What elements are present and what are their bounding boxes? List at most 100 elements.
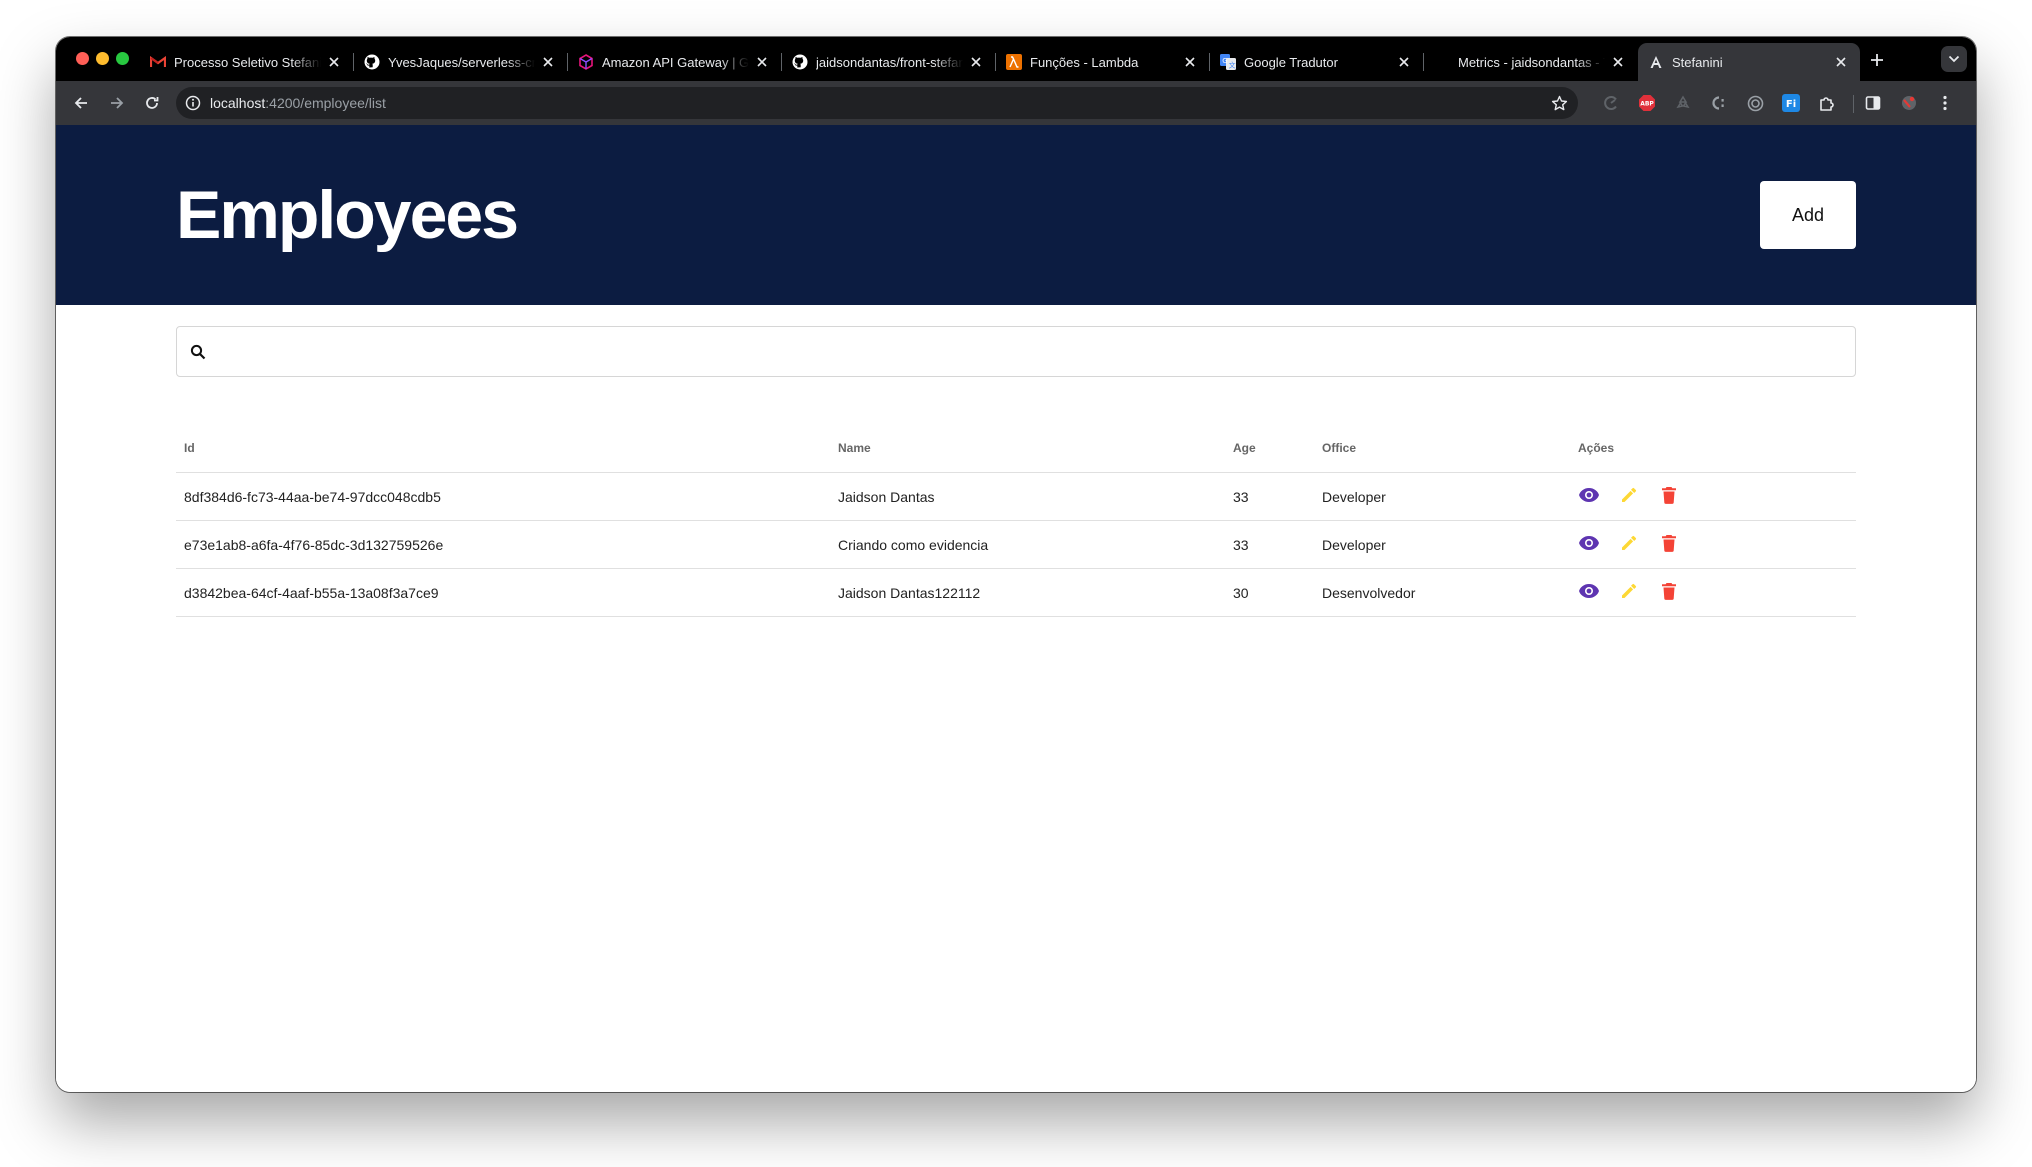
employees-table: Id Name Age Office Ações 8df384d6-fc73-4… xyxy=(176,423,1856,617)
row-actions xyxy=(1578,521,1680,568)
column-header-actions: Ações xyxy=(1578,440,1615,455)
tab-title: YvesJaques/serverless-crud xyxy=(388,54,535,70)
side-panel-icon[interactable] xyxy=(1864,94,1882,112)
browser-toolbar: localhost:4200/employee/list ABP Fi xyxy=(56,81,1976,125)
chrome-extension-icon[interactable] xyxy=(1602,94,1620,112)
url-path: :4200/employee/list xyxy=(265,95,386,111)
column-header-age: Age xyxy=(1233,440,1256,455)
tab-title: Google Tradutor xyxy=(1244,54,1338,70)
cell-id: 8df384d6-fc73-44aa-be74-97dcc048cdb5 xyxy=(184,488,441,505)
delete-icon[interactable] xyxy=(1658,580,1680,602)
column-header-office: Office xyxy=(1322,440,1357,455)
reload-icon xyxy=(146,97,159,109)
close-icon[interactable] xyxy=(1832,53,1850,71)
cell-id: e73e1ab8-a6fa-4f76-85dc-3d132759526e xyxy=(184,536,444,553)
url-host: localhost xyxy=(210,95,266,111)
adblock-plus-icon[interactable]: ABP xyxy=(1638,94,1656,112)
table-row: d3842bea-64cf-4aaf-b55a-13a08f3a7ce9 Jai… xyxy=(176,569,1856,617)
site-info-icon[interactable] xyxy=(185,95,201,111)
tab-title: Amazon API Gateway | Gerenciamento xyxy=(602,54,749,70)
search-input[interactable] xyxy=(217,328,1837,375)
close-icon[interactable] xyxy=(1181,53,1199,71)
cell-office: Desenvolvedor xyxy=(1322,584,1416,601)
tab-title: Processo Seletivo Stefanini xyxy=(174,54,321,70)
css-extension-icon[interactable] xyxy=(1710,94,1728,112)
close-icon[interactable] xyxy=(967,53,985,71)
view-icon[interactable] xyxy=(1578,580,1600,602)
search-box[interactable] xyxy=(176,326,1856,377)
address-bar[interactable]: localhost:4200/employee/list xyxy=(176,87,1578,119)
page-title: Employees xyxy=(176,177,519,253)
close-icon[interactable] xyxy=(1395,53,1413,71)
table-row: e73e1ab8-a6fa-4f76-85dc-3d132759526e Cri… xyxy=(176,521,1856,569)
cell-name: Jaidson Dantas xyxy=(838,488,935,505)
tab-serverless-crud[interactable]: YvesJaques/serverless-crud xyxy=(354,43,568,81)
close-icon[interactable] xyxy=(539,53,557,71)
close-icon[interactable] xyxy=(753,53,771,71)
close-icon[interactable] xyxy=(325,53,343,71)
tab-processo-seletivo[interactable]: Processo Seletivo Stefanini xyxy=(140,43,354,81)
tab-stefanini[interactable]: Stefanini xyxy=(1638,43,1860,81)
column-header-id: Id xyxy=(184,440,195,455)
api-gateway-icon xyxy=(578,54,594,70)
cell-office: Developer xyxy=(1322,536,1386,553)
svg-text:ABP: ABP xyxy=(1640,101,1654,108)
column-header-name: Name xyxy=(838,440,871,455)
svg-text:文: 文 xyxy=(1229,61,1236,70)
view-icon[interactable] xyxy=(1578,484,1600,506)
svg-text:Fi: Fi xyxy=(1786,99,1796,110)
cell-name: Jaidson Dantas122112 xyxy=(838,584,981,601)
github-icon xyxy=(364,54,380,70)
target-extension-icon[interactable] xyxy=(1746,94,1764,112)
table-row: 8df384d6-fc73-44aa-be74-97dcc048cdb5 Jai… xyxy=(176,473,1856,521)
page-header: Employees Add xyxy=(56,125,1976,305)
google-translate-icon: G文 xyxy=(1220,54,1236,70)
bookmark-star-icon[interactable] xyxy=(1550,94,1568,112)
lambda-icon xyxy=(1006,54,1022,70)
tab-search-button[interactable] xyxy=(1941,46,1967,72)
edit-icon[interactable] xyxy=(1618,484,1640,506)
tab-api-gateway[interactable]: Amazon API Gateway | Gerenciamento xyxy=(568,43,782,81)
add-employee-button[interactable]: Add xyxy=(1760,181,1856,249)
puzzle-icon[interactable] xyxy=(1818,94,1836,112)
arrow-back-icon xyxy=(74,97,87,109)
recycle-extension-icon[interactable] xyxy=(1674,94,1692,112)
tab-title: Metrics - jaidsondantas - Thunder xyxy=(1458,54,1605,70)
tab-google-tradutor[interactable]: G文 Google Tradutor xyxy=(1210,43,1424,81)
svg-text:G: G xyxy=(1222,57,1227,65)
minimize-window-button[interactable] xyxy=(96,52,109,65)
github-icon xyxy=(792,54,808,70)
angular-icon xyxy=(1648,54,1664,70)
reload-button[interactable] xyxy=(141,92,163,114)
back-button[interactable] xyxy=(70,92,92,114)
delete-icon[interactable] xyxy=(1658,532,1680,554)
arrow-forward-icon xyxy=(111,97,124,109)
close-icon[interactable] xyxy=(1609,53,1627,71)
cell-age: 33 xyxy=(1233,488,1249,505)
profile-extension-icon[interactable] xyxy=(1900,94,1918,112)
view-icon[interactable] xyxy=(1578,532,1600,554)
cell-id: d3842bea-64cf-4aaf-b55a-13a08f3a7ce9 xyxy=(184,584,439,601)
cell-age: 30 xyxy=(1233,584,1249,601)
edit-icon[interactable] xyxy=(1618,532,1640,554)
more-vert-icon[interactable] xyxy=(1936,94,1954,112)
blank-favicon-icon xyxy=(1446,54,1452,70)
gmail-icon xyxy=(150,54,166,70)
forward-button[interactable] xyxy=(106,92,128,114)
new-tab-button[interactable] xyxy=(1868,51,1886,69)
delete-icon[interactable] xyxy=(1658,484,1680,506)
row-actions xyxy=(1578,569,1680,616)
tab-title: jaidsondantas/front-stefanini xyxy=(816,54,963,70)
edit-icon[interactable] xyxy=(1618,580,1640,602)
tab-title: Funções - Lambda xyxy=(1030,54,1139,70)
fi-extension-icon[interactable]: Fi xyxy=(1782,94,1800,112)
cell-name: Criando como evidencia xyxy=(838,536,989,553)
tab-lambda[interactable]: Funções - Lambda xyxy=(996,43,1210,81)
close-window-button[interactable] xyxy=(76,52,89,65)
toolbar-divider xyxy=(1853,95,1854,113)
url-text: localhost:4200/employee/list xyxy=(210,95,386,111)
tab-front-stefanini[interactable]: jaidsondantas/front-stefanini xyxy=(782,43,996,81)
cell-office: Developer xyxy=(1322,488,1386,505)
maximize-window-button[interactable] xyxy=(116,52,129,65)
tab-metrics[interactable]: Metrics - jaidsondantas - Thunder xyxy=(1424,43,1637,81)
